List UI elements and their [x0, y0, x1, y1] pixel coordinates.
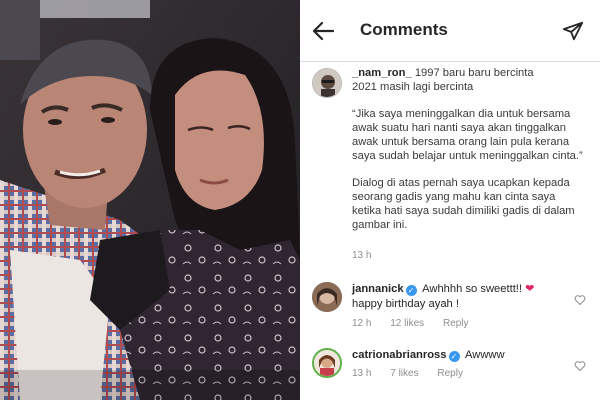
- caption-text: _nam_ron_ 1997 baru baru bercinta 2021 m…: [352, 66, 584, 245]
- comment-line2: happy birthday ayah !: [352, 298, 459, 310]
- comment-time: 12 h: [352, 318, 372, 329]
- post-timestamp: 13 h: [352, 250, 372, 261]
- comment-username[interactable]: jannanick: [352, 283, 404, 295]
- avatar-face-icon: [312, 282, 342, 312]
- comment-line1: Awwww: [465, 349, 505, 361]
- verified-badge-icon: ✓: [405, 285, 417, 296]
- comments-header: Comments: [300, 0, 600, 60]
- comment-text: catrionabrianross ✓ Awwww: [352, 348, 572, 363]
- avatar[interactable]: [312, 348, 342, 378]
- heart-emoji-icon: ❤: [525, 283, 535, 295]
- post-username[interactable]: _nam_ron_: [352, 67, 412, 79]
- avatar[interactable]: [312, 68, 342, 98]
- post-caption: _nam_ron_ 1997 baru baru bercinta 2021 m…: [312, 64, 600, 264]
- comments-panel: Comments _nam_ron_ 1997 baru baru bercin…: [300, 0, 600, 400]
- paper-plane-icon[interactable]: [562, 20, 584, 42]
- comment-row: jannanick ✓ Awhhhh so sweettt!! ❤ happy b…: [312, 280, 600, 336]
- heart-outline-icon[interactable]: [574, 294, 586, 306]
- comment-text: jannanick ✓ Awhhhh so sweettt!! ❤ happy b…: [352, 282, 552, 312]
- comment-row: catrionabrianross ✓ Awwww 13 h 7 likes Re…: [312, 346, 600, 392]
- arrow-left-icon[interactable]: [312, 21, 334, 41]
- avatar-face-icon: [314, 350, 340, 376]
- couple-photo-image: [0, 0, 300, 400]
- avatar-face-icon: [313, 69, 341, 97]
- page-title: Comments: [360, 20, 448, 39]
- comment-meta: 13 h 7 likes Reply: [352, 368, 479, 379]
- caption-dialog: Dialog di atas pernah saya ucapkan kepad…: [352, 177, 575, 231]
- comment-line1: Awhhhh so sweettt!!: [422, 283, 523, 295]
- header-divider: [300, 61, 600, 62]
- comment-meta: 12 h 12 likes Reply: [352, 318, 485, 329]
- reply-button[interactable]: Reply: [443, 318, 469, 329]
- reply-button[interactable]: Reply: [437, 368, 463, 379]
- comment-likes[interactable]: 7 likes: [390, 368, 418, 379]
- post-photo: [0, 0, 300, 400]
- comment-likes[interactable]: 12 likes: [390, 318, 424, 329]
- comment-username[interactable]: catrionabrianross: [352, 349, 447, 361]
- caption-quote: “Jika saya meninggalkan dia untuk bersam…: [352, 108, 583, 162]
- heart-outline-icon[interactable]: [574, 360, 586, 372]
- avatar[interactable]: [312, 282, 342, 312]
- comment-time: 13 h: [352, 368, 372, 379]
- verified-badge-icon: ✓: [448, 351, 460, 362]
